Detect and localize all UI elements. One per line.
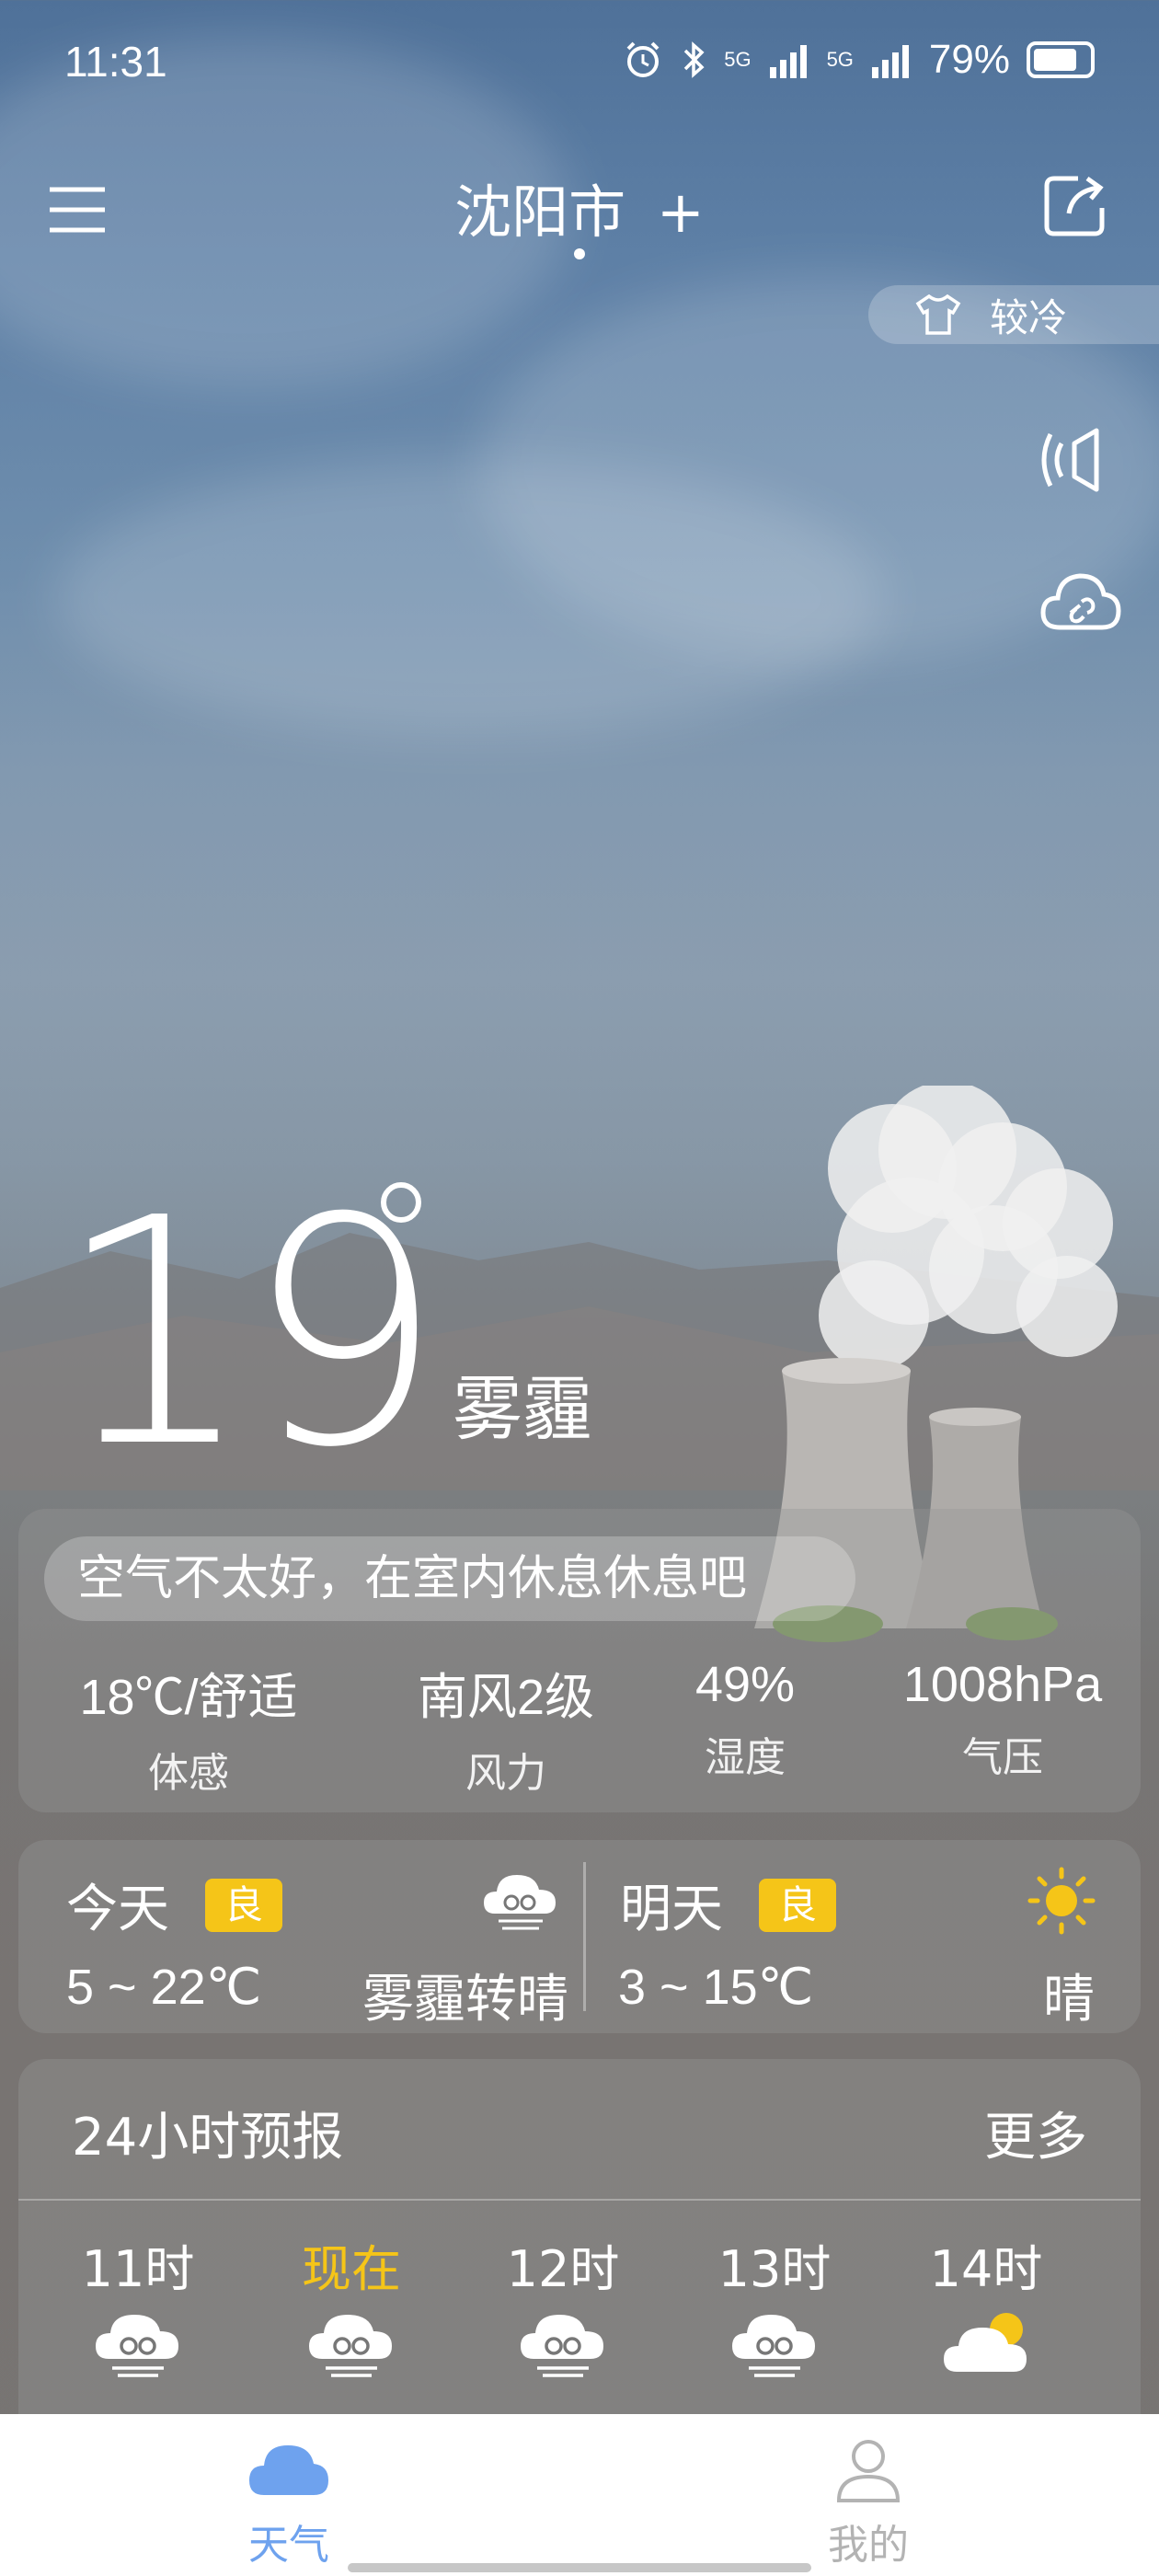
tomorrow-label: 明天 <box>620 1880 723 1939</box>
signal-icon-1 <box>769 45 807 78</box>
haze-icon <box>521 2315 603 2377</box>
status-icons: 5G 5G 79% <box>623 37 1095 83</box>
bluetooth-icon <box>683 41 705 78</box>
person-icon <box>836 2440 901 2502</box>
metric-value: 49% <box>694 1657 796 1712</box>
city-selector[interactable]: 沈阳市 + <box>0 166 1159 248</box>
tab-mine-label: 我的 <box>828 2522 909 2569</box>
haze-icon <box>309 2315 392 2377</box>
degree-symbol <box>381 1182 421 1223</box>
top-bar: 沈阳市 + <box>0 156 1159 267</box>
hour-label-now: 现在 <box>302 2240 401 2298</box>
haze-icon <box>96 2315 178 2377</box>
metric-humidity: 49% 湿度 <box>653 1656 837 1783</box>
signal-icon-2 <box>871 45 909 78</box>
metric-value: 18℃/舒适 <box>79 1670 298 1725</box>
tab-weather-label: 天气 <box>248 2522 329 2569</box>
shirt-icon <box>915 294 961 335</box>
dressing-index-chip[interactable]: 较冷 <box>868 285 1159 344</box>
add-city-button[interactable]: + <box>657 178 705 246</box>
battery-percent: 79% <box>928 37 1010 82</box>
daily-forecast-card[interactable]: 今天 良 5 ~ 22℃ 雾霾转晴 明天 良 3 ~ 15℃ 晴 <box>18 1840 1141 2033</box>
hourly-more-button[interactable]: 更多 <box>984 2096 1087 2170</box>
tomorrow-header: 明天 良 <box>620 1868 837 1942</box>
today-header: 今天 良 <box>66 1868 283 1942</box>
haze-icon <box>484 1875 556 1930</box>
share-icon[interactable] <box>1041 169 1111 239</box>
metric-label: 气压 <box>962 1734 1043 1781</box>
weather-share-cloud-icon[interactable] <box>1039 565 1122 638</box>
sun-icon <box>1027 1867 1096 1935</box>
cloud-icon <box>249 2445 328 2495</box>
hour-label: 13时 <box>717 2240 832 2298</box>
current-details-card: 空气不太好，在室内休息休息吧 18℃/舒适 体感 南风2级 风力 49% 湿度 … <box>18 1509 1141 1812</box>
metric-wind: 南风2级 风力 <box>368 1656 644 1799</box>
metric-value: 南风2级 <box>417 1670 595 1725</box>
haze-icon <box>732 2315 815 2377</box>
signal-label-2: 5G <box>826 48 854 71</box>
tab-mine[interactable]: 我的 <box>730 2414 1006 2570</box>
page-indicator-dot <box>574 248 585 259</box>
tomorrow-condition: 晴 <box>1043 1970 1095 2030</box>
metric-label: 体感 <box>148 1750 229 1797</box>
air-quality-tip[interactable]: 空气不太好，在室内休息休息吧 <box>44 1536 855 1621</box>
forecast-divider <box>583 1862 586 2011</box>
alarm-icon <box>626 41 660 77</box>
city-name: 沈阳市 <box>454 178 626 246</box>
hour-label: 12时 <box>506 2240 620 2298</box>
signal-label-1: 5G <box>724 48 752 71</box>
tomorrow-temp-range: 3 ~ 15℃ <box>618 1960 814 2015</box>
voice-broadcast-icon[interactable] <box>1039 423 1122 497</box>
metric-label: 湿度 <box>705 1734 786 1781</box>
hour-label: 14时 <box>929 2240 1043 2298</box>
bottom-tab-bar: 天气 我的 <box>0 2414 1159 2576</box>
current-temperature: 19 <box>55 1152 444 1516</box>
home-indicator[interactable] <box>348 2563 811 2572</box>
dressing-index-label: 较冷 <box>990 294 1068 340</box>
status-time: 11:31 <box>64 38 167 86</box>
today-condition: 雾霾转晴 <box>362 1970 568 2030</box>
metric-pressure: 1008hPa 气压 <box>865 1656 1141 1783</box>
metric-label: 风力 <box>465 1750 546 1797</box>
metric-feels-like: 18℃/舒适 体感 <box>37 1656 340 1799</box>
tomorrow-aqi-badge: 良 <box>759 1878 837 1932</box>
hourly-title: 24小时预报 <box>72 2108 344 2168</box>
metric-value: 1008hPa <box>902 1657 1103 1712</box>
status-bar: 11:31 5G 5G 79% <box>0 0 1159 129</box>
hourly-divider <box>18 2199 1141 2201</box>
hour-label: 11时 <box>81 2240 195 2298</box>
tab-weather[interactable]: 天气 <box>151 2414 427 2570</box>
battery-icon <box>1027 41 1095 78</box>
battery-fill <box>1034 49 1076 71</box>
today-label: 今天 <box>66 1880 169 1939</box>
current-condition: 雾霾 <box>453 1368 592 1450</box>
today-aqi-badge: 良 <box>205 1878 283 1932</box>
partly-sunny-icon <box>944 2313 1027 2372</box>
today-temp-range: 5 ~ 22℃ <box>66 1960 262 2015</box>
